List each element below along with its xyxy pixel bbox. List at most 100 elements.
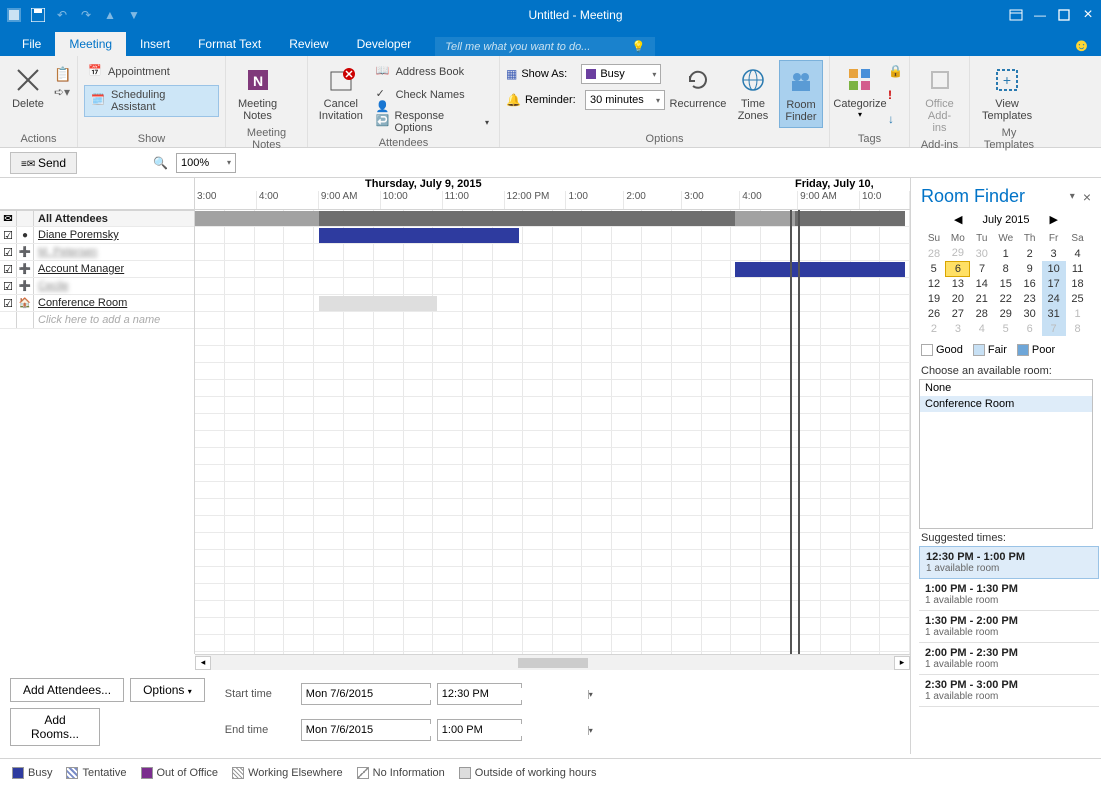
calendar-day[interactable]: 19 xyxy=(922,291,946,306)
end-time-field[interactable]: ▾ xyxy=(437,719,522,741)
calendar-day[interactable]: 21 xyxy=(970,291,994,306)
view-templates-button[interactable]: + View Templates xyxy=(976,60,1038,126)
appointment-button[interactable]: 📅 Appointment xyxy=(84,62,174,82)
tab-meeting[interactable]: Meeting xyxy=(55,32,126,56)
suggested-time-item[interactable]: 12:30 PM - 1:00 PM1 available room xyxy=(919,546,1099,579)
tab-developer[interactable]: Developer xyxy=(343,32,426,56)
tab-format-text[interactable]: Format Text xyxy=(184,32,275,56)
calendar-day[interactable]: 28 xyxy=(970,306,994,321)
calendar-day[interactable]: 4 xyxy=(970,321,994,336)
calendar-day[interactable]: 3 xyxy=(1042,246,1066,261)
calendar-day[interactable]: 9 xyxy=(1018,261,1042,276)
tab-file[interactable]: File xyxy=(8,32,55,56)
calendar-day[interactable]: 7 xyxy=(1042,321,1066,336)
mini-calendar[interactable]: SuMoTuWeThFrSa28293012345678910111213141… xyxy=(922,230,1090,336)
calendar-day[interactable]: 12 xyxy=(922,276,946,291)
zoom-select[interactable]: 100%▾ xyxy=(176,153,236,173)
suggested-time-item[interactable]: 1:30 PM - 2:00 PM1 available room xyxy=(919,611,1099,643)
calendar-day[interactable]: 5 xyxy=(922,261,946,276)
attendee-checkbox[interactable]: ☑ xyxy=(0,229,16,242)
calendar-day[interactable]: 17 xyxy=(1042,276,1066,291)
room-list[interactable]: NoneConference Room xyxy=(919,379,1093,529)
envelope-icon[interactable]: ✉ xyxy=(0,212,16,225)
calendar-day[interactable]: 2 xyxy=(922,321,946,336)
scheduling-grid[interactable] xyxy=(195,210,910,654)
redo-icon[interactable]: ↷ xyxy=(78,7,94,23)
calendar-day[interactable]: 29 xyxy=(994,306,1018,321)
add-name-placeholder[interactable]: Click here to add a name xyxy=(34,314,160,326)
pane-close-icon[interactable]: × xyxy=(1083,189,1091,205)
calendar-day[interactable]: 27 xyxy=(946,306,970,321)
calendar-day[interactable]: 22 xyxy=(994,291,1018,306)
magnifier-icon[interactable]: 🔍 xyxy=(153,156,168,170)
delete-button[interactable]: Delete xyxy=(6,60,50,114)
attendee-row[interactable]: ☑➕Cecile xyxy=(0,278,194,295)
attendee-checkbox[interactable]: ☑ xyxy=(0,297,16,310)
horizontal-scrollbar[interactable]: ◂ ▸ xyxy=(195,654,910,670)
response-options-button[interactable]: ↩️Response Options▾ xyxy=(372,108,493,136)
calendar-day[interactable]: 6 xyxy=(946,261,970,276)
maximize-icon[interactable] xyxy=(1057,8,1071,22)
save-icon[interactable] xyxy=(30,7,46,23)
room-item[interactable]: Conference Room xyxy=(920,396,1092,412)
suggested-times-list[interactable]: 12:30 PM - 1:00 PM1 available room1:00 P… xyxy=(919,546,1099,726)
undo-icon[interactable]: ↶ xyxy=(54,7,70,23)
calendar-day[interactable]: 8 xyxy=(994,261,1018,276)
prev-icon[interactable]: ▲ xyxy=(102,7,118,23)
calendar-day[interactable]: 6 xyxy=(1018,321,1042,336)
meeting-notes-button[interactable]: N Meeting Notes xyxy=(232,60,283,126)
scheduling-assistant-button[interactable]: 🗓️ Scheduling Assistant xyxy=(84,85,219,117)
start-date-field[interactable]: 📅 xyxy=(301,683,431,705)
suggested-time-item[interactable]: 2:30 PM - 3:00 PM1 available room xyxy=(919,675,1099,707)
check-names-button[interactable]: ✓👤Check Names xyxy=(372,85,493,105)
calendar-day[interactable]: 11 xyxy=(1066,261,1090,276)
add-rooms-button[interactable]: Add Rooms... xyxy=(10,708,100,746)
calendar-day[interactable]: 30 xyxy=(970,246,994,261)
suggested-time-item[interactable]: 2:00 PM - 2:30 PM1 available room xyxy=(919,643,1099,675)
private-lock-icon[interactable]: 🔒 xyxy=(888,64,903,78)
tab-insert[interactable]: Insert xyxy=(126,32,184,56)
calendar-day[interactable]: 14 xyxy=(970,276,994,291)
reminder-select[interactable]: 30 minutes▾ xyxy=(585,90,665,110)
attendee-row[interactable]: ☑🏠Conference Room xyxy=(0,295,194,312)
calendar-day[interactable]: 25 xyxy=(1066,291,1090,306)
calendar-day[interactable]: 16 xyxy=(1018,276,1042,291)
office-addins-button[interactable]: Office Add-ins xyxy=(916,60,963,138)
forward-icon[interactable]: ➪▾ xyxy=(54,85,71,99)
address-book-button[interactable]: 📖Address Book xyxy=(372,62,493,82)
showas-select[interactable]: Busy▾ xyxy=(581,64,661,84)
room-finder-button[interactable]: Room Finder xyxy=(779,60,823,128)
calendar-day[interactable]: 24 xyxy=(1042,291,1066,306)
calendar-day[interactable]: 23 xyxy=(1018,291,1042,306)
add-attendees-button[interactable]: Add Attendees... xyxy=(10,678,124,702)
scroll-right-icon[interactable]: ▸ xyxy=(894,656,910,670)
attendee-row[interactable]: ☑➕Account Manager xyxy=(0,261,194,278)
chevron-down-icon[interactable]: ▾ xyxy=(588,690,593,699)
calendar-day[interactable]: 1 xyxy=(994,246,1018,261)
feedback-smiley-icon[interactable]: ☻ xyxy=(1072,35,1091,56)
calendar-day[interactable]: 30 xyxy=(1018,306,1042,321)
calendar-day[interactable]: 29 xyxy=(946,246,970,261)
scroll-left-icon[interactable]: ◂ xyxy=(195,656,211,670)
calendar-day[interactable]: 3 xyxy=(946,321,970,336)
attendee-checkbox[interactable]: ☑ xyxy=(0,246,16,259)
calendar-day[interactable]: 15 xyxy=(994,276,1018,291)
low-importance-icon[interactable]: ↓ xyxy=(888,112,903,126)
calendar-day[interactable]: 4 xyxy=(1066,246,1090,261)
calendar-day[interactable]: 1 xyxy=(1066,306,1090,321)
minimize-icon[interactable]: — xyxy=(1033,8,1047,22)
calendar-day[interactable]: 7 xyxy=(970,261,994,276)
calendar-day[interactable]: 8 xyxy=(1066,321,1090,336)
room-item[interactable]: None xyxy=(920,380,1092,396)
calendar-day[interactable]: 26 xyxy=(922,306,946,321)
calendar-day[interactable]: 13 xyxy=(946,276,970,291)
next-icon[interactable]: ▼ xyxy=(126,7,142,23)
calendar-day[interactable]: 5 xyxy=(994,321,1018,336)
attendee-row[interactable]: ☑➕M. Petersen xyxy=(0,244,194,261)
recurrence-button[interactable]: Recurrence xyxy=(669,60,727,114)
categorize-button[interactable]: Categorize ▾ xyxy=(836,60,884,123)
chevron-down-icon[interactable]: ▾ xyxy=(588,726,593,735)
copy-calendar-icon[interactable]: 📋 xyxy=(54,66,71,83)
calendar-day[interactable]: 2 xyxy=(1018,246,1042,261)
options-button[interactable]: Options ▾ xyxy=(130,678,205,702)
